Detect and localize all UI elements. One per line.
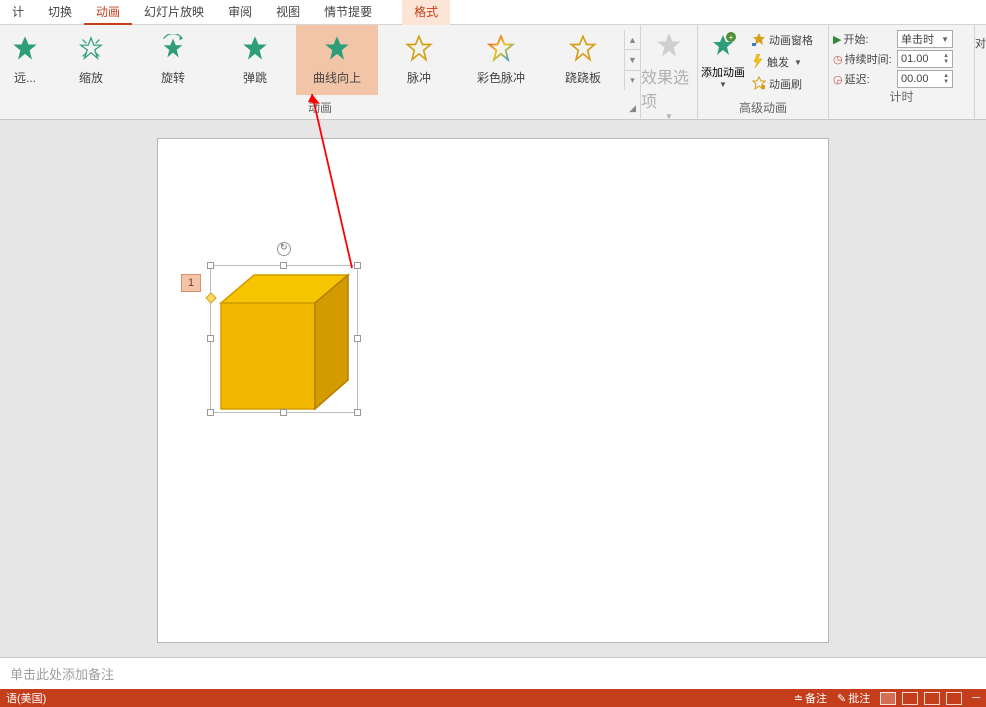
start-combo[interactable]: 单击时 ▼ xyxy=(897,30,953,48)
selection-box xyxy=(210,265,358,413)
anim-label: 缩放 xyxy=(79,69,103,86)
delay-label: ◶ 延迟: xyxy=(833,71,893,87)
comments-toggle[interactable]: ✎ 批注 xyxy=(837,690,870,706)
anim-label: 旋转 xyxy=(161,69,185,86)
group-label-advanced: 高级动画 xyxy=(698,99,828,119)
resize-handle-nw[interactable] xyxy=(207,262,214,269)
gallery-scroll-down[interactable]: ▼ xyxy=(625,50,640,70)
animation-pane-button[interactable]: 动画窗格 xyxy=(752,30,813,50)
resize-handle-sw[interactable] xyxy=(207,409,214,416)
effect-options-button: 效果选项 ▼ xyxy=(641,25,697,95)
bounce-star-icon xyxy=(238,31,272,65)
gallery-scroll-up[interactable]: ▲ xyxy=(625,30,640,50)
star-icon xyxy=(8,31,42,65)
adjustment-handle[interactable] xyxy=(205,292,216,303)
tab-slideshow[interactable]: 幻灯片放映 xyxy=(132,0,216,25)
anim-label: 彩色脉冲 xyxy=(477,69,525,86)
spinner-icon[interactable]: ▲▼ xyxy=(943,53,949,65)
view-switcher xyxy=(880,692,962,705)
sorter-view-icon[interactable] xyxy=(902,692,918,705)
anim-item-bounce[interactable]: 弹跳 xyxy=(214,25,296,95)
resize-handle-se[interactable] xyxy=(354,409,361,416)
anim-label: 脉冲 xyxy=(407,69,431,86)
zoom-slider-partial[interactable]: ─ xyxy=(972,692,980,704)
gallery-scroll: ▲ ▼ ▾ xyxy=(624,30,640,90)
add-animation-button[interactable]: + 添加动画 ▼ xyxy=(698,25,748,99)
anim-item-zoom[interactable]: 缩放 xyxy=(50,25,132,95)
chevron-down-icon: ▼ xyxy=(719,80,727,89)
tab-review[interactable]: 审阅 xyxy=(216,0,264,25)
pulse-star-icon xyxy=(402,31,436,65)
notes-toggle[interactable]: ≐ 备注 xyxy=(794,690,827,706)
chevron-down-icon: ▼ xyxy=(794,58,802,67)
trigger-icon xyxy=(752,54,764,71)
resize-handle-w[interactable] xyxy=(207,335,214,342)
tab-format[interactable]: 格式 xyxy=(402,0,450,25)
spinner-icon[interactable]: ▲▼ xyxy=(943,73,949,85)
language-indicator[interactable]: 语(美国) xyxy=(6,690,46,706)
svg-text:+: + xyxy=(729,33,734,42)
ribbon: 远... 缩放 旋转 弹跳 xyxy=(0,25,986,120)
duration-label: ◷ 持续时间: xyxy=(833,51,893,67)
anim-label: 曲线向上 xyxy=(313,69,361,86)
zoom-star-icon xyxy=(74,31,108,65)
notes-pane[interactable]: 单击此处添加备注 xyxy=(0,657,986,689)
dialog-launcher-icon[interactable]: ◢ xyxy=(629,99,636,117)
anim-item-pulse[interactable]: 脉冲 xyxy=(378,25,460,95)
play-icon: ▶ xyxy=(833,33,841,46)
spin-star-icon xyxy=(156,31,190,65)
pane-icon xyxy=(752,32,766,49)
tab-design-partial[interactable]: 计 xyxy=(0,0,36,25)
normal-view-icon[interactable] xyxy=(880,692,896,705)
clock-icon: ◶ xyxy=(833,73,843,86)
gallery-expand[interactable]: ▾ xyxy=(625,71,640,90)
tab-animations[interactable]: 动画 xyxy=(84,0,132,25)
anim-item-color-pulse[interactable]: 彩色脉冲 xyxy=(460,25,542,95)
effect-star-icon xyxy=(655,31,683,64)
trigger-button[interactable]: 触发 ▼ xyxy=(752,52,813,72)
reading-view-icon[interactable] xyxy=(924,692,940,705)
rotation-handle[interactable] xyxy=(277,242,291,256)
anim-label: 弹跳 xyxy=(243,69,267,86)
resize-handle-n[interactable] xyxy=(280,262,287,269)
tab-view[interactable]: 视图 xyxy=(264,0,312,25)
group-label-animation: 动画 ◢ xyxy=(0,99,640,119)
add-star-icon: + xyxy=(709,31,737,64)
anim-item-far[interactable]: 远... xyxy=(0,25,50,95)
chevron-down-icon: ▼ xyxy=(941,35,949,44)
painter-icon xyxy=(752,76,766,93)
tab-transitions[interactable]: 切换 xyxy=(36,0,84,25)
slideshow-view-icon[interactable] xyxy=(946,692,962,705)
group-label-timing: 计时 xyxy=(829,88,974,108)
anim-label: 跷跷板 xyxy=(565,69,601,86)
resize-handle-s[interactable] xyxy=(280,409,287,416)
clock-icon: ◷ xyxy=(833,53,843,66)
duration-input[interactable]: 01.00 ▲▼ xyxy=(897,50,953,68)
animation-painter-button[interactable]: 动画刷 xyxy=(752,74,813,94)
slide-workspace: 1 xyxy=(0,120,986,657)
resize-handle-ne[interactable] xyxy=(354,262,361,269)
reorder-group-partial: 对 xyxy=(974,25,986,119)
color-pulse-star-icon xyxy=(484,31,518,65)
resize-handle-e[interactable] xyxy=(354,335,361,342)
status-bar: 语(美国) ≐ 备注 ✎ 批注 ─ xyxy=(0,689,986,707)
ribbon-tabs: 计 切换 动画 幻灯片放映 审阅 视图 情节提要 格式 xyxy=(0,0,986,25)
add-animation-label: 添加动画 xyxy=(701,64,745,80)
anim-item-teeter[interactable]: 跷跷板 xyxy=(542,25,624,95)
teeter-star-icon xyxy=(566,31,600,65)
start-label: ▶ 开始: xyxy=(833,31,893,47)
anim-item-curve-up[interactable]: 曲线向上 xyxy=(296,25,378,95)
anim-item-spin[interactable]: 旋转 xyxy=(132,25,214,95)
anim-label: 远... xyxy=(14,69,36,86)
tab-storyboard[interactable]: 情节提要 xyxy=(312,0,384,25)
animation-order-tag[interactable]: 1 xyxy=(181,274,201,292)
delay-input[interactable]: 00.00 ▲▼ xyxy=(897,70,953,88)
slide-canvas[interactable]: 1 xyxy=(157,138,829,643)
curve-star-icon xyxy=(320,31,354,65)
